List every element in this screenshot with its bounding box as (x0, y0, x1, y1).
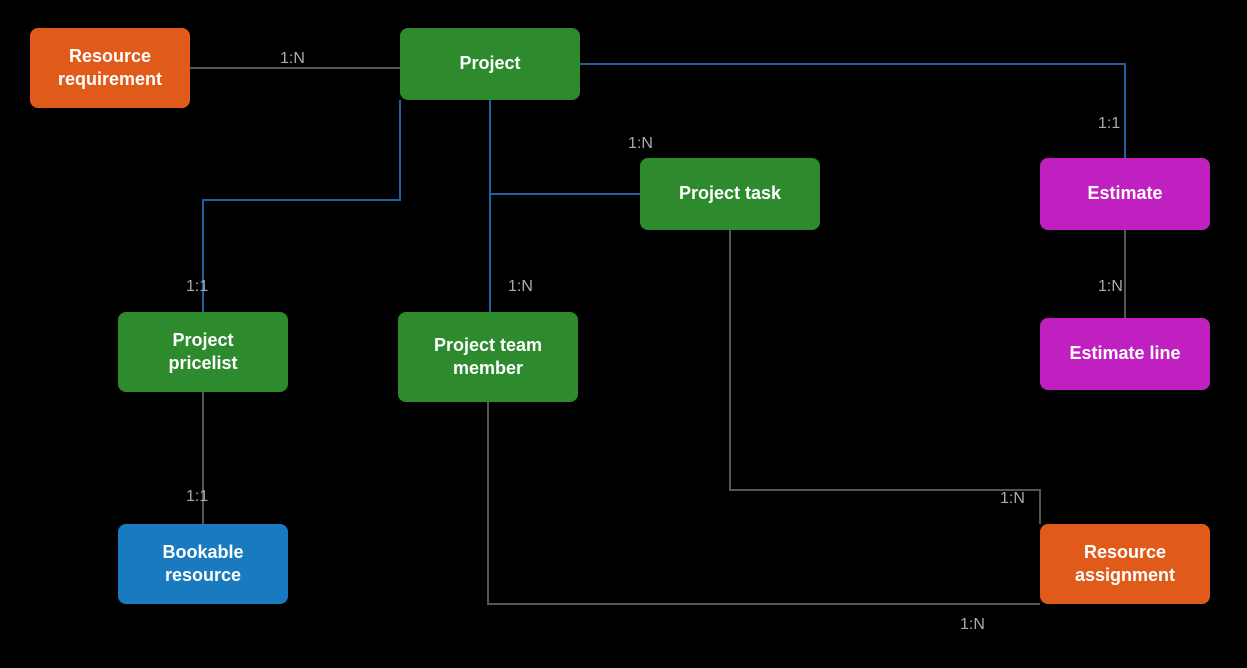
label-project-task: 1:N (628, 135, 653, 153)
project-node: Project (400, 28, 580, 100)
label-project-pricelist: 1:1 (186, 278, 208, 296)
estimate-line-node: Estimate line (1040, 318, 1210, 390)
label-task-assignment: 1:N (1000, 490, 1025, 508)
label-rr-project: 1:N (280, 50, 305, 68)
label-estimate-line: 1:N (1098, 278, 1123, 296)
bookable-resource-node: Bookable resource (118, 524, 288, 604)
resource-requirement-node: Resource requirement (30, 28, 190, 108)
project-task-node: Project task (640, 158, 820, 230)
label-team-assignment: 1:N (960, 616, 985, 634)
label-project-estimate: 1:1 (1098, 115, 1120, 133)
estimate-node: Estimate (1040, 158, 1210, 230)
label-pricelist-bookable: 1:1 (186, 488, 208, 506)
project-pricelist-node: Project pricelist (118, 312, 288, 392)
resource-assignment-node: Resource assignment (1040, 524, 1210, 604)
project-team-member-node: Project team member (398, 312, 578, 402)
diagram-container: Resource requirement Project Project tas… (0, 0, 1247, 668)
label-project-team: 1:N (508, 278, 533, 296)
